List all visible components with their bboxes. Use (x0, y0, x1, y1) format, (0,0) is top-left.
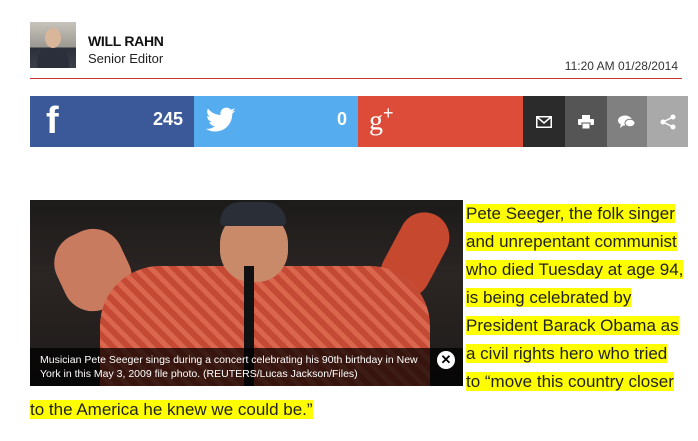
facebook-share-count: 245 (152, 109, 183, 129)
publish-timestamp: 11:20 AM 01/28/2014 (564, 59, 678, 73)
google-plus-share-button[interactable]: g+ (358, 96, 523, 147)
print-icon (578, 114, 594, 129)
author-name[interactable]: WILL RAHN (88, 33, 164, 49)
twitter-share-button[interactable]: 0 (194, 96, 358, 147)
google-plus-icon: g+ (369, 103, 394, 137)
author-title: Senior Editor (88, 51, 164, 66)
print-button[interactable] (565, 96, 607, 147)
mail-icon (536, 115, 552, 128)
share-icon (660, 114, 675, 129)
share-bar: f 245 0 g+ (30, 96, 688, 147)
twitter-share-count: 0 (336, 109, 347, 129)
avatar-head (45, 28, 61, 48)
more-share-button[interactable] (647, 96, 688, 147)
photo-float-spacer (30, 200, 466, 380)
facebook-share-button[interactable]: f 245 (30, 96, 194, 147)
author-avatar[interactable] (30, 22, 76, 68)
facebook-icon: f (46, 100, 59, 142)
avatar-body (37, 48, 69, 68)
chat-icon (618, 115, 636, 128)
article-body: Pete Seeger, the folk singer and unrepen… (30, 200, 685, 424)
twitter-icon (206, 107, 236, 132)
comments-button[interactable] (607, 96, 647, 147)
author-byline: WILL RAHN Senior Editor 11:20 AM 01/28/2… (30, 22, 682, 79)
email-share-button[interactable] (523, 96, 565, 147)
